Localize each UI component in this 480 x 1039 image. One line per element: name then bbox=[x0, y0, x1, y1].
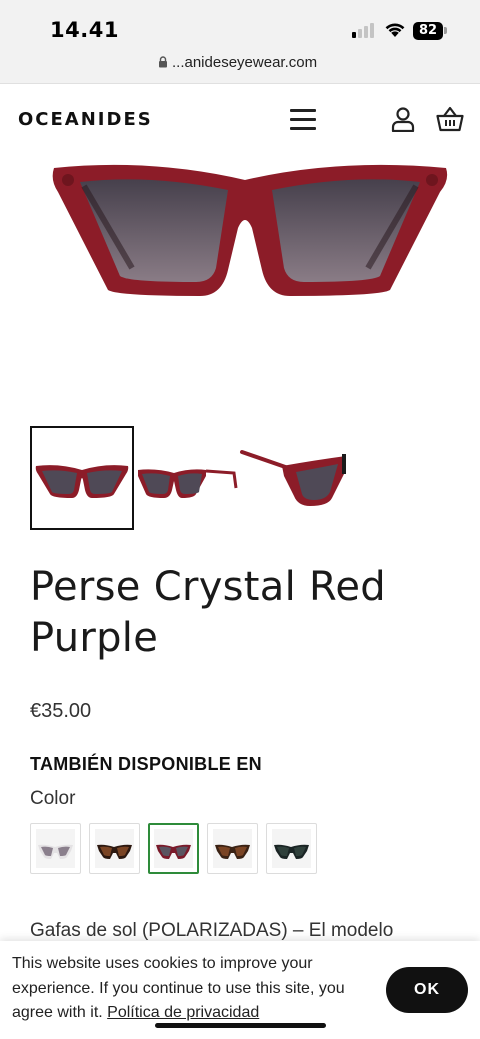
color-label: Color bbox=[30, 788, 76, 809]
cookie-banner: This website uses cookies to improve you… bbox=[0, 941, 480, 1039]
color-swatch-red-purple[interactable] bbox=[148, 823, 199, 874]
cookie-ok-button[interactable]: OK bbox=[386, 967, 468, 1013]
product-description: Gafas de sol (POLARIZADAS) – El modelo bbox=[30, 920, 394, 941]
account-icon[interactable] bbox=[390, 106, 416, 132]
lock-icon bbox=[159, 56, 167, 68]
privacy-policy-link[interactable]: Política de privacidad bbox=[107, 1004, 259, 1021]
basket-icon[interactable] bbox=[436, 106, 464, 132]
product-title: Perse Crystal Red Purple bbox=[30, 564, 386, 661]
thumbnail-side[interactable] bbox=[238, 426, 346, 530]
wifi-icon bbox=[385, 23, 405, 37]
site-header: OCEANIDES bbox=[0, 84, 480, 154]
url-bar[interactable]: ...anideseyewear.com bbox=[0, 48, 480, 84]
battery-nub bbox=[444, 27, 447, 34]
battery-icon: 82 bbox=[413, 22, 443, 40]
color-swatch-white[interactable] bbox=[30, 823, 81, 874]
url-text[interactable]: ...anideseyewear.com bbox=[172, 54, 317, 71]
product-main-image[interactable] bbox=[40, 150, 460, 310]
cookie-message: This website uses cookies to improve you… bbox=[12, 952, 372, 1026]
status-bar: 14.41 82 bbox=[0, 0, 480, 48]
color-swatch-tortoise[interactable] bbox=[89, 823, 140, 874]
color-swatch-brown[interactable] bbox=[207, 823, 258, 874]
logo[interactable]: OCEANIDES bbox=[18, 109, 153, 130]
status-time: 14.41 bbox=[50, 18, 119, 42]
product-price: €35.00 bbox=[30, 700, 92, 722]
thumbnail-angle[interactable] bbox=[134, 426, 238, 530]
color-swatch-green[interactable] bbox=[266, 823, 317, 874]
signal-icon bbox=[352, 22, 378, 38]
thumbnail-front[interactable] bbox=[30, 426, 134, 530]
also-available-heading: TAMBIÉN DISPONIBLE EN bbox=[30, 754, 262, 774]
hamburger-menu-icon[interactable] bbox=[290, 108, 318, 130]
home-indicator[interactable] bbox=[155, 1023, 326, 1028]
